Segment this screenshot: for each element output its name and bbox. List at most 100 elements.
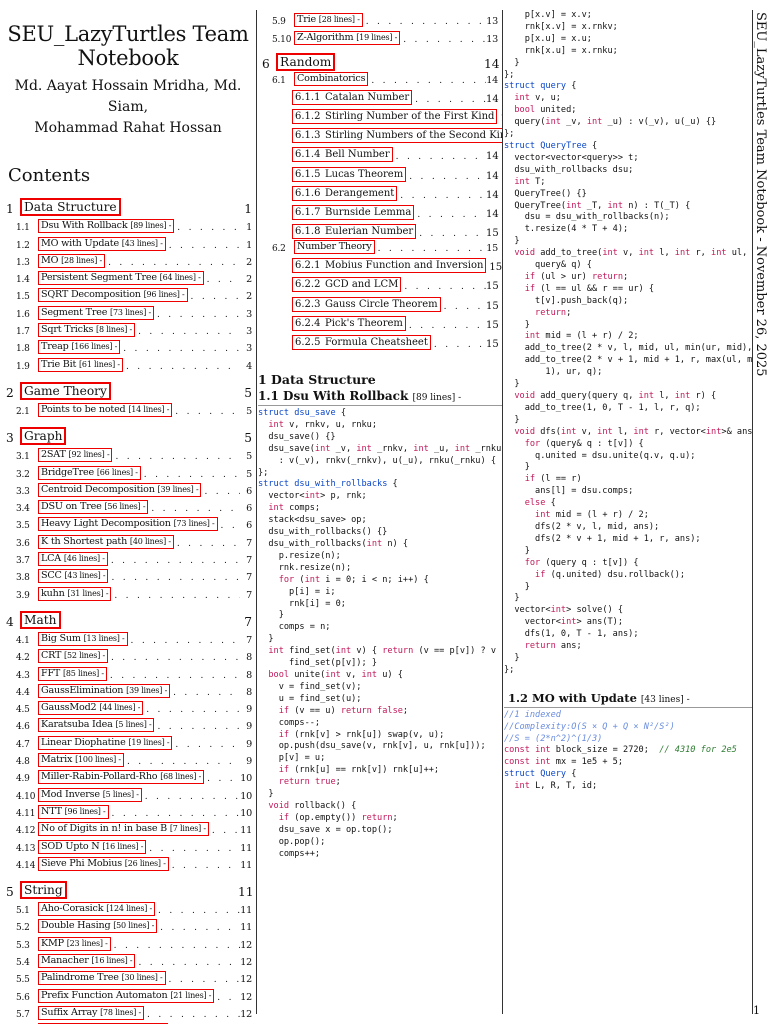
toc-subitem-link[interactable]: 6.1.8 Eulerian Number: [292, 224, 417, 240]
toc-item[interactable]: 4.1 Big Sum [13 lines] -. . . . . . . . .…: [0, 629, 256, 646]
toc-item-link[interactable]: LCA [46 lines] -: [38, 552, 108, 567]
toc-item[interactable]: 1.8 Treap [166 lines] -. . . . . . . . . …: [0, 337, 256, 355]
toc-item[interactable]: 5.10 Z-Algorithm [19 lines] -. . . . . . …: [256, 27, 502, 45]
toc-item-link[interactable]: 2SAT [92 lines] -: [38, 448, 113, 463]
toc-item[interactable]: 4.13 SOD Upto N [16 lines] -. . . . . . .…: [0, 836, 256, 854]
toc-item-link[interactable]: Number Theory: [294, 240, 375, 255]
toc-item-link[interactable]: KMP [23 lines] -: [38, 936, 111, 951]
toc-section-link[interactable]: Math: [20, 610, 61, 629]
toc-item-link[interactable]: Linear Diophatine [19 lines] -: [38, 735, 173, 750]
toc-section-link[interactable]: String: [20, 880, 67, 899]
toc-item[interactable]: 4.10 Mod Inverse [5 lines] -. . . . . . .…: [0, 784, 256, 802]
toc-item-link[interactable]: Aho-Corasick [124 lines] -: [38, 902, 155, 917]
toc-item[interactable]: 3.7 LCA [46 lines] -. . . . . . . . . . .…: [0, 549, 256, 567]
toc-section[interactable]: 3 Graph 5: [0, 426, 256, 445]
toc-subitem[interactable]: 6.1.1 Catalan Number . . . . . . . . . . .…: [256, 86, 502, 105]
toc-subitem-link[interactable]: 6.1.5 Lucas Theorem: [292, 166, 407, 182]
toc-item[interactable]: 4.6 Karatsuba Idea [5 lines] -. . . . . .…: [0, 715, 256, 733]
toc-item-link[interactable]: Sqrt Tricks [8 lines] -: [38, 323, 136, 338]
toc-item-link[interactable]: Z-Algorithm [19 lines] -: [294, 30, 401, 45]
toc-subitem[interactable]: 6.2.1Mobius Function and Inversion. . . …: [256, 254, 502, 274]
toc-section-link[interactable]: Random: [276, 52, 336, 71]
toc-item[interactable]: 4.7 Linear Diophatine [19 lines] -. . . .…: [0, 732, 256, 750]
toc-subitem[interactable]: 6.1.3 Stirling Numbers of the Second Kind…: [256, 124, 502, 144]
toc-subitem-link[interactable]: 6.1.2 Stirling Number of the First Kind: [292, 108, 498, 124]
toc-item-link[interactable]: Segment Tree [73 lines] -: [38, 305, 154, 320]
toc-section[interactable]: 2 Game Theory 5: [0, 381, 256, 400]
toc-item[interactable]: 4.5 GaussMod2 [44 lines] -. . . . . . . .…: [0, 698, 256, 716]
toc-item[interactable]: 5.5 Palindrome Tree [30 lines] -. . . . .…: [0, 968, 256, 986]
toc-item[interactable]: 3.2 BridgeTree [66 lines] -. . . . . . . …: [0, 462, 256, 480]
toc-item-link[interactable]: No of Digits in n! in base B [7 lines] -: [38, 822, 209, 837]
toc-item-link[interactable]: Mod Inverse [5 lines] -: [38, 787, 142, 802]
toc-item[interactable]: 4.3 FFT [85 lines] -. . . . . . . . . . .…: [0, 663, 256, 681]
toc-item-link[interactable]: CRT [52 lines] -: [38, 649, 108, 664]
toc-item[interactable]: 4.2 CRT [52 lines] -. . . . . . . . . . .…: [0, 646, 256, 664]
toc-item[interactable]: 5.7 Suffix Array [78 lines] -. . . . . . …: [0, 1003, 256, 1020]
toc-item[interactable]: 1.3 MO [28 lines] -. . . . . . . . . . . …: [0, 251, 256, 268]
toc-item[interactable]: 5.3 KMP [23 lines] -. . . . . . . . . . .…: [0, 933, 256, 951]
toc-group[interactable]: 6.1 Combinatorics . . . . . . . . . . . .…: [256, 71, 502, 86]
toc-item[interactable]: 1.5 SQRT Decomposition [96 lines] -. . . …: [0, 285, 256, 303]
toc-item[interactable]: 5.6 Prefix Function Automaton [21 lines] …: [0, 985, 256, 1003]
toc-item-link[interactable]: Trie [28 lines] -: [294, 13, 363, 28]
toc-section[interactable]: 1 Data Structure 1: [0, 198, 256, 216]
toc-item[interactable]: 3.8 SCC [43 lines] -. . . . . . . . . . .…: [0, 566, 256, 584]
toc-item-link[interactable]: Heavy Light Decomposition [73 lines] -: [38, 517, 218, 532]
toc-item[interactable]: 5.2 Double Hasing [50 lines] -. . . . . .…: [0, 916, 256, 934]
toc-subitem[interactable]: 6.1.7 Burnside Lemma . . . . . . . . . . .…: [256, 201, 502, 220]
toc-item[interactable]: 4.12 No of Digits in n! in base B [7 line…: [0, 819, 256, 837]
toc-item-link[interactable]: Manacher [16 lines] -: [38, 953, 136, 968]
toc-item-link[interactable]: Double Hasing [50 lines] -: [38, 919, 158, 934]
toc-item-link[interactable]: DSU on Tree [56 lines] -: [38, 500, 149, 515]
toc-item-link[interactable]: BridgeTree [66 lines] -: [38, 465, 141, 480]
toc-item-link[interactable]: Matrix [100 lines] -: [38, 753, 124, 768]
toc-subitem[interactable]: 6.1.6 Derangement . . . . . . . . . . . . …: [256, 182, 502, 201]
toc-subitem[interactable]: 6.2.3 Gauss Circle Theorem . . . . . . . .…: [256, 292, 502, 312]
toc-item-link[interactable]: GaussMod2 [44 lines] -: [38, 701, 144, 716]
toc-item-link[interactable]: SOD Upto N [16 lines] -: [38, 839, 147, 854]
toc-item-link[interactable]: Dsu With Rollback [89 lines] -: [38, 219, 175, 234]
toc-item-link[interactable]: Palindrome Tree [30 lines] -: [38, 971, 166, 986]
toc-item-link[interactable]: Treap [166 lines] -: [38, 340, 121, 355]
toc-subitem-link[interactable]: 6.2.1 Mobius Function and Inversion: [292, 258, 487, 274]
toc-item[interactable]: 2.1 Points to be noted [14 lines] -. . . …: [0, 400, 256, 417]
toc-item[interactable]: 3.4 DSU on Tree [56 lines] -. . . . . . .…: [0, 497, 256, 515]
toc-item[interactable]: 4.14 Sieve Phi Mobius [26 lines] -. . . .…: [0, 854, 256, 871]
toc-subitem-link[interactable]: 6.1.3 Stirling Numbers of the Second Kind: [292, 128, 502, 144]
toc-item-link[interactable]: Big Sum [13 lines] -: [38, 631, 128, 646]
toc-item-link[interactable]: Prefix Function Automaton [21 lines] -: [38, 988, 215, 1003]
toc-item-link[interactable]: Sieve Phi Mobius [26 lines] -: [38, 856, 169, 871]
toc-item-link[interactable]: GaussElimination [39 lines] -: [38, 683, 171, 698]
toc-subitem[interactable]: 6.1.8 Eulerian Number . . . . . . . . . . …: [256, 220, 502, 240]
toc-section[interactable]: 4 Math 7: [0, 610, 256, 629]
toc-subitem[interactable]: 6.2.5 Formula Cheatsheet . . . . . . . . .…: [256, 331, 502, 351]
toc-item-link[interactable]: NTT [96 lines] -: [38, 804, 109, 819]
toc-item-link[interactable]: K th Shortest path [40 lines] -: [38, 534, 174, 549]
toc-item-link[interactable]: SCC [43 lines] -: [38, 569, 109, 584]
toc-item[interactable]: 4.8 Matrix [100 lines] -. . . . . . . . .…: [0, 750, 256, 768]
toc-item-link[interactable]: Points to be noted [14 lines] -: [38, 402, 173, 417]
toc-subitem[interactable]: 6.1.2Stirling Number of the First Kind. …: [256, 105, 502, 124]
toc-section-link[interactable]: Graph: [20, 426, 67, 445]
toc-section-random[interactable]: 6 Random 14: [256, 52, 502, 71]
toc-item-link[interactable]: Miller-Rabin-Pollard-Rho [68 lines] -: [38, 770, 205, 785]
toc-item[interactable]: 4.9 Miller-Rabin-Pollard-Rho [68 lines] -…: [0, 767, 256, 785]
toc-item-link[interactable]: SQRT Decomposition [96 lines] -: [38, 288, 188, 303]
toc-item[interactable]: 1.1 Dsu With Rollback [89 lines] -. . . .…: [0, 216, 256, 234]
toc-item[interactable]: 4.4 GaussElimination [39 lines] -. . . . …: [0, 681, 256, 698]
toc-item[interactable]: 1.7 Sqrt Tricks [8 lines] -. . . . . . . …: [0, 320, 256, 338]
toc-section-link[interactable]: Game Theory: [20, 381, 111, 400]
toc-item[interactable]: 3.5 Heavy Light Decomposition [73 lines] …: [0, 514, 256, 532]
toc-item[interactable]: 3.3 Centroid Decomposition [39 lines] -. …: [0, 480, 256, 497]
toc-subitem[interactable]: 6.1.5 Lucas Theorem . . . . . . . . . . . …: [256, 162, 502, 182]
toc-item[interactable]: 5.9 Trie [28 lines] -. . . . . . . . . . …: [256, 10, 502, 28]
toc-item[interactable]: 1.4 Persistent Segment Tree [64 lines] -.…: [0, 268, 256, 286]
toc-subitem-link[interactable]: 6.2.4 Pick's Theorem: [292, 315, 406, 331]
toc-item[interactable]: 5.1 Aho-Corasick [124 lines] -. . . . . .…: [0, 899, 256, 917]
toc-section-link[interactable]: Data Structure: [20, 198, 121, 216]
toc-item[interactable]: 1.9 Trie Bit [61 lines] -. . . . . . . . …: [0, 354, 256, 372]
toc-subitem-link[interactable]: 6.1.6 Derangement: [292, 185, 398, 201]
toc-subitem-link[interactable]: 6.1.4 Bell Number: [292, 147, 393, 163]
toc-item[interactable]: 4.11 NTT [96 lines] -. . . . . . . . . . …: [0, 802, 256, 819]
